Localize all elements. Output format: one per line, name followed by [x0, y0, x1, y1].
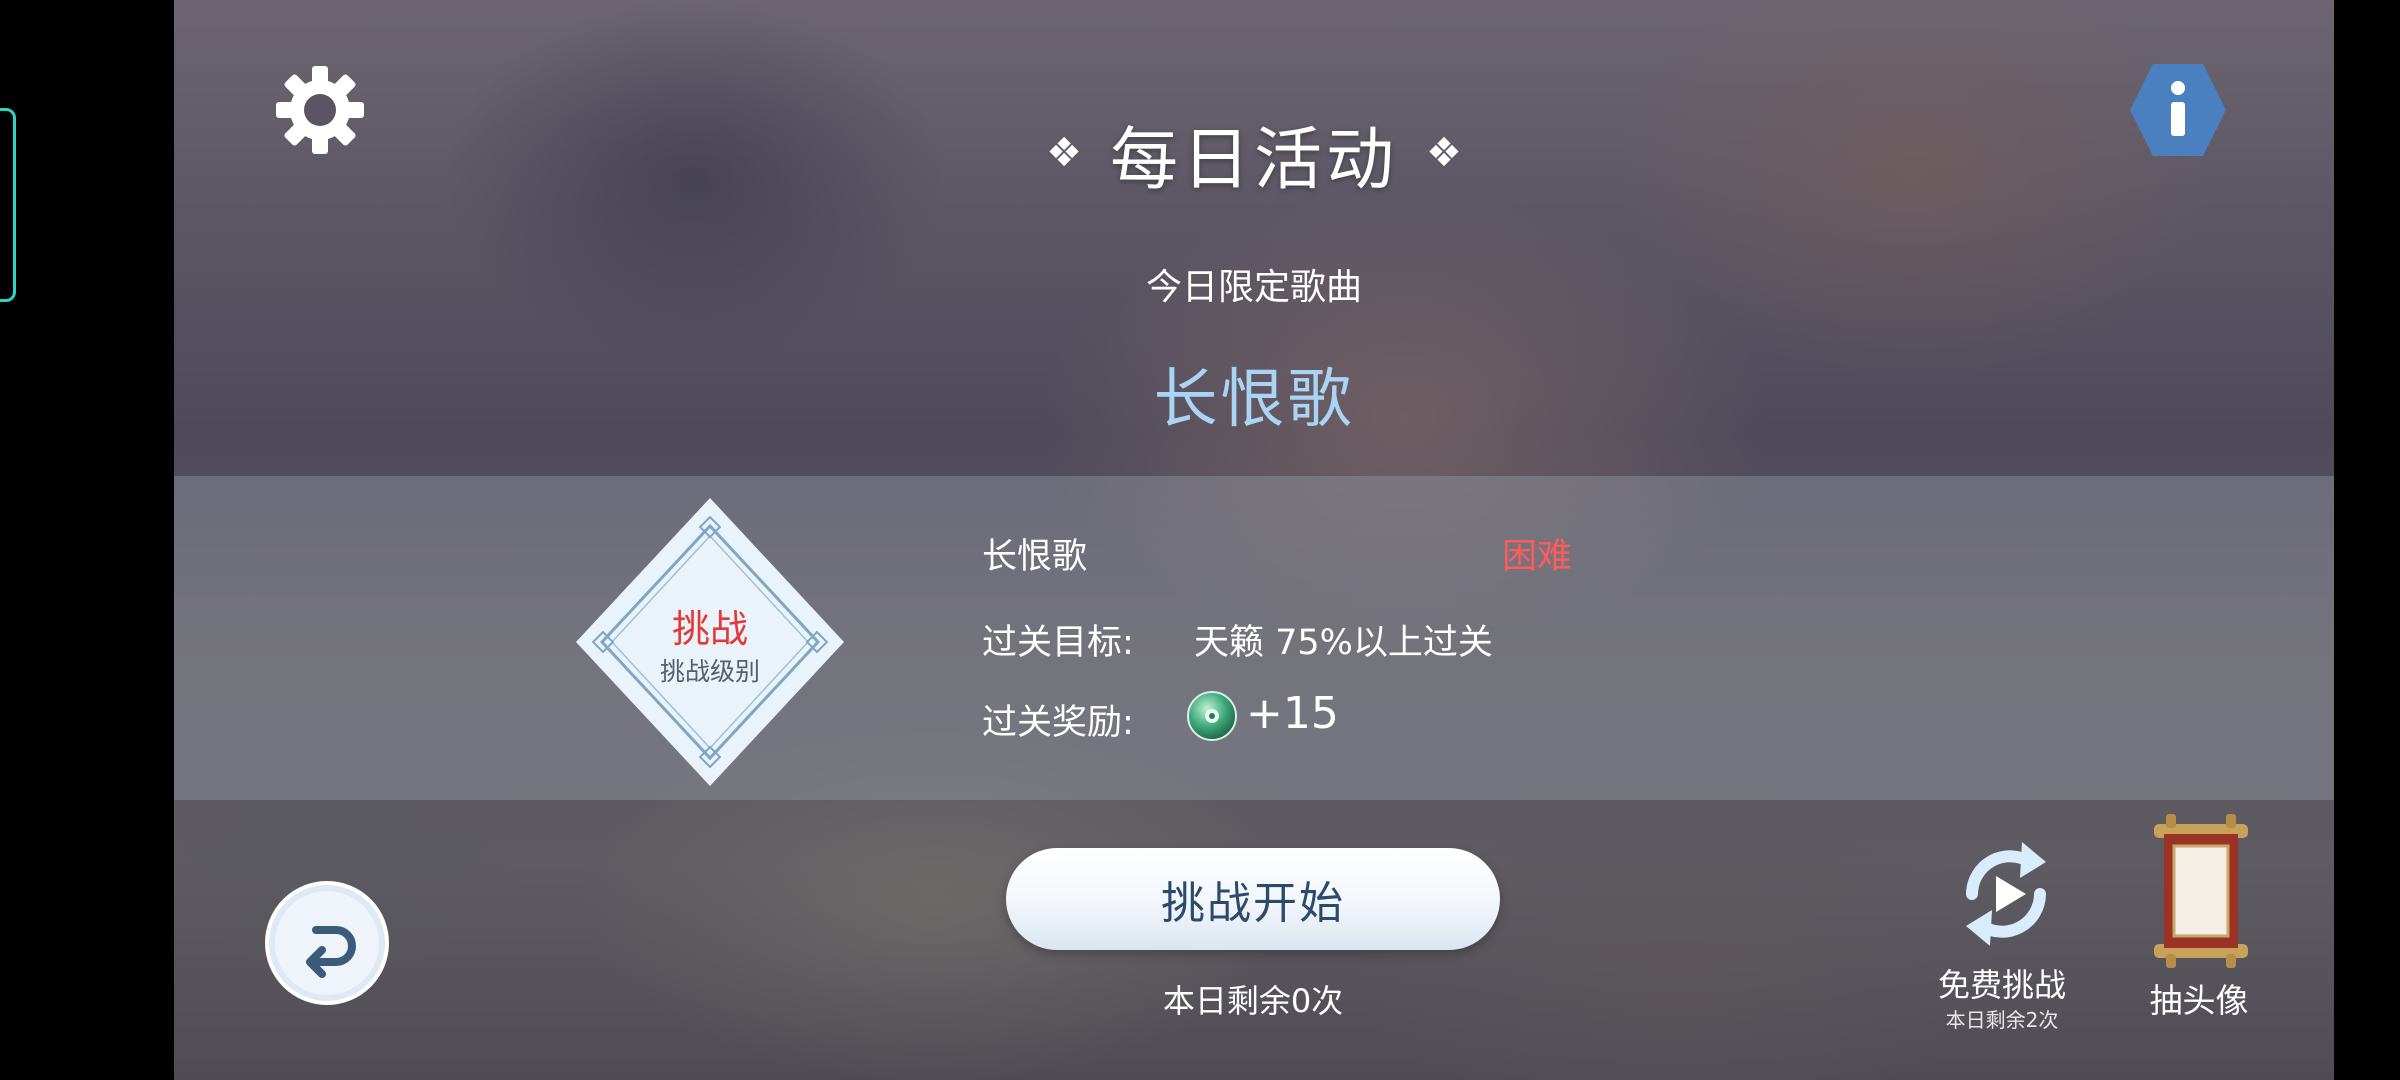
replay-icon — [1966, 842, 2046, 946]
green-disc-icon — [1187, 691, 1237, 741]
subtitle: 今日限定歌曲 — [1145, 267, 1362, 308]
title-deco-right: ❖ — [1426, 130, 1462, 176]
draw-avatar-button[interactable]: 抽头像 — [2124, 812, 2274, 1028]
draw-avatar-label: 抽头像 — [2149, 981, 2249, 1020]
badge-sub-label: 挑战级别 — [659, 657, 760, 686]
title-row: ❖ 每日活动 ❖ — [174, 108, 2334, 200]
badge-main-label: 挑战 — [671, 607, 748, 651]
edge-indicator — [0, 108, 16, 302]
challenge-song-name: 长恨歌 — [982, 537, 1088, 577]
reward-value: +15 — [1246, 688, 1339, 739]
challenge-badge: 挑战 挑战级别 — [574, 496, 846, 788]
return-arrow-icon — [265, 881, 389, 1005]
free-challenge-label: 免费挑战 — [1937, 966, 2066, 1004]
back-button[interactable] — [264, 880, 390, 1006]
goal-label: 过关目标: — [982, 623, 1134, 663]
goal-value: 天籁 75%以上过关 — [1194, 623, 1493, 663]
featured-song-title: 长恨歌 — [1153, 363, 1355, 437]
free-challenge-button[interactable]: 免费挑战 本日剩余2次 — [1902, 832, 2102, 1032]
difficulty-label: 困难 — [1502, 537, 1573, 577]
free-challenge-remaining: 本日剩余2次 — [1945, 1008, 2059, 1032]
remaining-attempts: 本日剩余0次 — [1162, 982, 1344, 1020]
page-title: 每日活动 — [1109, 120, 1398, 200]
challenge-start-button[interactable]: 挑战开始 — [1006, 848, 1500, 950]
reward-label: 过关奖励: — [982, 703, 1134, 743]
title-deco-left: ❖ — [1046, 130, 1082, 176]
screen: ❖ 每日活动 ❖ 今日限定歌曲 长恨歌 挑战 挑战级别 长恨歌 困难 过关目标:… — [0, 0, 2400, 1080]
game-area: ❖ 每日活动 ❖ 今日限定歌曲 长恨歌 挑战 挑战级别 长恨歌 困难 过关目标:… — [174, 0, 2334, 1080]
scroll-icon — [2154, 814, 2248, 968]
